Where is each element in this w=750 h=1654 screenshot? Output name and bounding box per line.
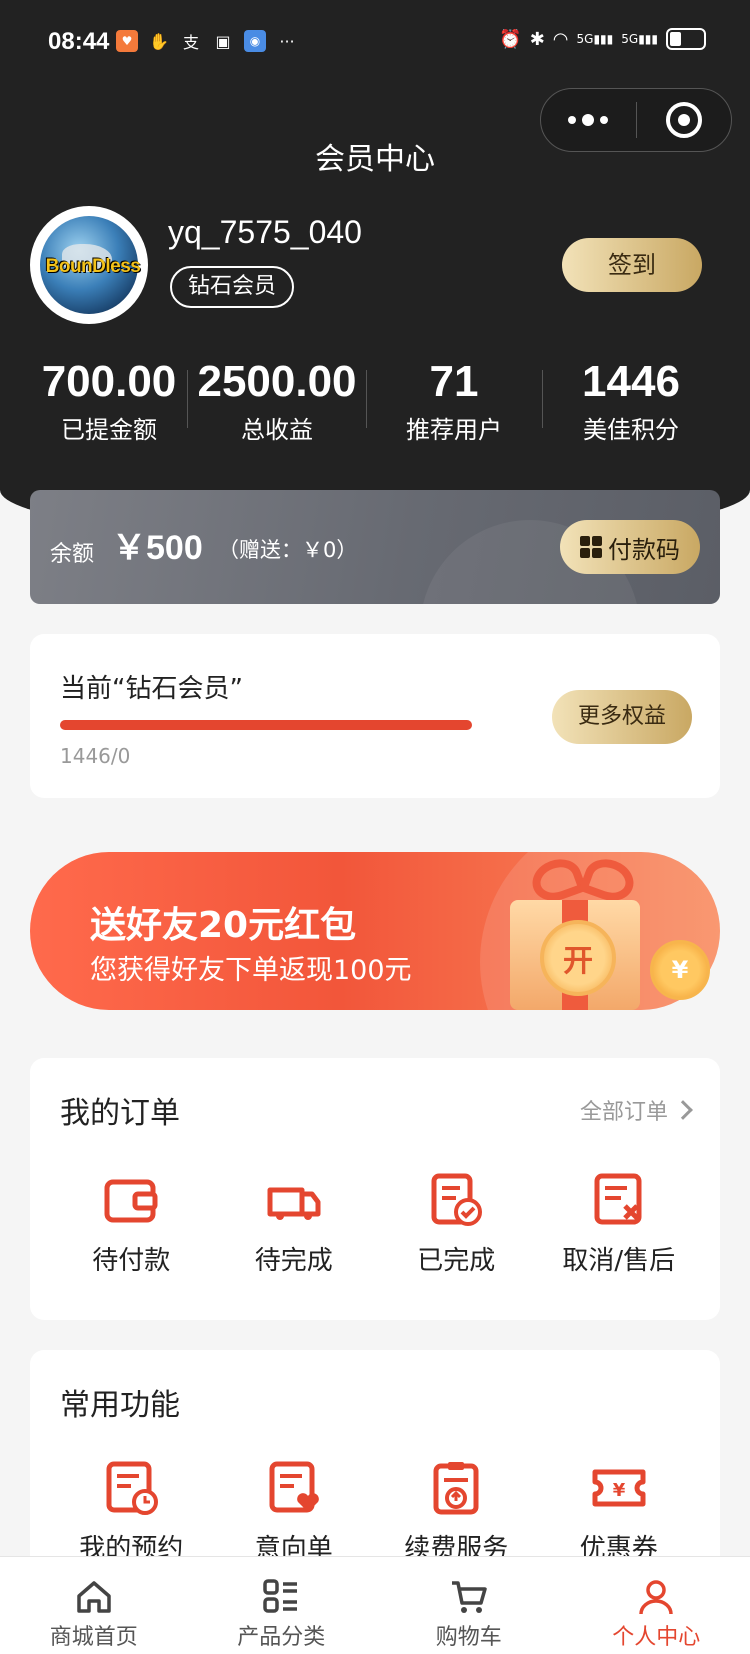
referral-promo-banner[interactable]: 送好友20元红包 您获得好友下单返现100元 开 ¥ [30,830,720,1010]
page-title: 会员中心 [315,142,435,177]
bluetooth-icon: ✱ [529,28,545,50]
coupon-icon: ¥ [592,1469,646,1507]
status-time: 08:44 [48,28,110,55]
wifi-icon: ◠ [552,28,569,50]
function-my-appointment[interactable]: 我的预约 [50,1458,213,1565]
svg-text:¥: ¥ [612,1480,625,1501]
level-progress-fill [60,720,472,730]
level-title: 当前“钻石会员” [60,674,243,704]
signal-icon: 5G▮▮▮ [576,32,614,46]
system-status: ⏰ ✱ ◠ 5G▮▮▮ 5G▮▮▮ [499,28,706,50]
level-points: 1446/0 [60,744,131,768]
calendar-notification-icon: ▣ [215,31,231,51]
promo-subtitle: 您获得好友下单返现100元 [90,955,412,986]
wishlist-icon [269,1461,319,1513]
level-progress-bar [60,720,472,730]
status-bar: 08:44 ♥ ✋ 支 ▣ ◉ ··· ⏰ ✱ ◠ 5G▮▮▮ 5G▮▮▮ [0,0,750,88]
app2-notification-icon: ◉ [244,30,266,52]
my-orders-card: 我的订单 全部订单 待付款 待完成 已完成 取消/售后 [30,1058,720,1320]
appointment-icon [106,1461,159,1515]
order-to-complete[interactable]: 待完成 [213,1170,376,1277]
battery-icon [666,28,706,50]
balance-label: 余额 [50,542,95,567]
member-level-card: 当前“钻石会员” 1446/0 更多权益 [30,634,720,798]
stat-points[interactable]: 1446 美佳积分 [542,356,720,456]
cart-icon [451,1581,487,1613]
cancel-document-icon [594,1173,642,1225]
app-notification-icon: ♥ [116,30,138,52]
more-benefits-button[interactable]: 更多权益 [552,690,692,744]
order-completed[interactable]: 已完成 [375,1170,538,1277]
chevron-right-icon [673,1100,693,1120]
signin-button[interactable]: 签到 [562,238,702,292]
avatar[interactable]: BounDless [30,206,148,324]
close-miniprogram-button[interactable] [636,102,731,138]
target-icon [665,102,702,138]
order-pending-payment[interactable]: 待付款 [50,1170,213,1277]
promo-title: 送好友20元红包 [90,905,357,946]
stats-row: 700.00 已提金额 2500.00 总收益 71 推荐用户 1446 美佳积… [30,356,720,456]
open-coin-icon: 开 [540,920,616,996]
qr-code-icon [580,536,602,558]
stat-withdrawn[interactable]: 700.00 已提金额 [30,356,188,456]
stat-total-income[interactable]: 2500.00 总收益 [187,356,366,456]
wallet-icon [104,1179,158,1223]
function-coupon[interactable]: ¥ 优惠券 [538,1458,701,1565]
function-renew-service[interactable]: 续费服务 [375,1458,538,1565]
stat-referred-users[interactable]: 71 推荐用户 [366,356,542,456]
renew-service-icon [433,1462,479,1515]
gift-box-icon: 开 [500,850,660,1010]
home-icon [77,1581,111,1613]
alipay-notification-icon: 支 [182,33,199,52]
category-icon [263,1579,298,1613]
balance-gift: （赠送：￥0） [218,538,358,562]
yen-coin-icon: ¥ [650,940,710,1000]
hand-notification-icon: ✋ [149,31,169,51]
bottom-tab-bar: 商城首页 产品分类 购物车 个人中心 [0,1556,750,1654]
order-cancel-aftersale[interactable]: 取消/售后 [538,1170,701,1277]
notification-icons: ♥ ✋ 支 ▣ ◉ ··· [116,30,298,52]
username: yq_7575_040 [168,214,362,250]
avatar-logo-text: BounDless [45,256,141,277]
user-icon [639,1580,673,1615]
all-orders-link[interactable]: 全部订单 [580,1094,693,1126]
alarm-icon: ⏰ [499,28,522,50]
tab-home[interactable]: 商城首页 [0,1557,188,1654]
tab-cart[interactable]: 购物车 [375,1557,563,1654]
truck-icon [267,1187,321,1220]
member-level-badge: 钻石会员 [170,266,295,308]
signal2-icon: 5G▮▮▮ [621,32,658,46]
balance-amount: ￥500 [112,529,203,567]
more-menu-button[interactable] [541,114,636,126]
completed-document-icon [431,1173,483,1226]
function-wishlist[interactable]: 意向单 [213,1458,376,1565]
orders-title: 我的订单 [60,1096,180,1131]
paycode-button[interactable]: 付款码 [560,520,700,574]
tab-profile[interactable]: 个人中心 [563,1557,750,1654]
balance-card: 余额 ￥500 （赠送：￥0） 付款码 [30,490,720,604]
tab-category[interactable]: 产品分类 [188,1557,376,1654]
functions-title: 常用功能 [60,1388,180,1423]
more-notifications-icon: ··· [279,31,295,51]
